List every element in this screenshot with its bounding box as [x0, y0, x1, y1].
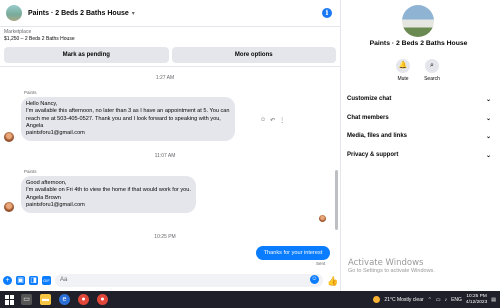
messenger-window: Paints · 2 Beds 2 Baths House ▾ i Market… — [0, 0, 500, 291]
chat-avatar[interactable] — [6, 5, 22, 21]
message-input[interactable]: Aa — [55, 274, 323, 287]
listing-source: Marketplace — [4, 29, 32, 35]
conversation-name: Paints · 2 Beds 2 Baths House — [369, 40, 468, 47]
clock-date: 4/12/2023 — [465, 299, 488, 305]
activate-windows-subtitle: Go to Settings to activate Windows. — [348, 268, 435, 274]
mute-action[interactable]: 🔔 Mute — [393, 59, 413, 82]
image-icon[interactable]: ▣ — [16, 276, 25, 285]
listing-actions: Mark as pending More options — [4, 47, 336, 63]
info-icon[interactable]: i — [322, 8, 332, 18]
section-label: Privacy & support — [347, 152, 399, 158]
message-actions: ☺ ↶ ⋮ — [260, 117, 285, 124]
activate-windows-title: Activate Windows — [348, 258, 424, 268]
weather-text[interactable]: 21°C Mostly clear — [384, 297, 423, 303]
message-timestamp: 11:07 AM — [154, 153, 176, 159]
message-sender: Paints — [24, 169, 37, 174]
message-line: Angela Brown — [26, 194, 61, 201]
message-line: I'm available on Fri 4th to view the hom… — [26, 187, 191, 194]
chevron-down-icon: ⌄ — [485, 153, 491, 159]
windows-start-icon[interactable] — [5, 294, 15, 305]
sender-avatar[interactable] — [4, 132, 14, 142]
outgoing-message-bubble[interactable]: Thanks for your interest — [256, 246, 330, 260]
composer: + ▣ ◨ GIF Aa 👍 — [0, 270, 340, 291]
edge-icon[interactable]: e — [59, 294, 70, 305]
message-line: reach me at 503-405-0527. Thank you and … — [26, 115, 221, 122]
sender-avatar[interactable] — [4, 202, 14, 212]
section-label: Chat members — [347, 115, 389, 121]
clock[interactable]: 10:25 PM 4/12/2023 — [466, 294, 487, 306]
search-action[interactable]: ⌕ Search — [422, 59, 442, 82]
conversation-info-pane: Paints · 2 Beds 2 Baths House 🔔 Mute ⌕ S… — [340, 0, 500, 291]
search-icon[interactable]: ⌕ — [425, 59, 439, 73]
message-timestamp: 1:27 AM — [155, 75, 175, 81]
scroll-thumb[interactable] — [335, 170, 338, 230]
task-view-icon[interactable]: ▭ — [21, 294, 32, 305]
language-indicator[interactable]: ENG — [451, 297, 462, 303]
message-status: Sent — [316, 261, 326, 266]
file-explorer-icon[interactable]: ▬ — [40, 294, 51, 305]
section-label: Customize chat — [347, 96, 392, 102]
section-chat-members[interactable]: Chat members ⌄ — [347, 115, 491, 122]
chevron-down-icon: ⌄ — [485, 116, 491, 122]
network-icon[interactable]: ▭ — [436, 297, 441, 303]
thumbs-up-icon[interactable]: 👍 — [327, 276, 338, 286]
listing-title[interactable]: $1,250 – 2 Beds 2 Baths House — [4, 36, 336, 43]
chevron-down-icon[interactable]: ▾ — [132, 10, 135, 17]
sticker-icon[interactable]: ◨ — [29, 276, 38, 285]
chat-title[interactable]: Paints · 2 Beds 2 Baths House — [28, 10, 129, 17]
volume-icon[interactable]: ♪ — [445, 297, 448, 303]
chat-header: Paints · 2 Beds 2 Baths House ▾ i — [0, 0, 340, 27]
clock-time: 10:25 PM — [466, 293, 487, 299]
message-line: I'm available this afternoon, no later t… — [26, 108, 230, 115]
read-receipt-avatar — [319, 215, 326, 222]
taskbar: ▭ ▬ e ● ● 21°C Mostly clear ⌃ ▭ ♪ ENG 10… — [0, 291, 500, 308]
section-customize-chat[interactable]: Customize chat ⌄ — [347, 96, 491, 103]
conversation-avatar[interactable] — [402, 5, 434, 37]
system-tray: 21°C Mostly clear ⌃ ▭ ♪ ENG 10:25 PM 4/1… — [373, 291, 496, 308]
bell-icon[interactable]: 🔔 — [396, 59, 410, 73]
chevron-down-icon: ⌄ — [485, 134, 491, 140]
message-bubble[interactable]: Hello Nancy, I'm available this afternoo… — [21, 97, 235, 142]
reply-icon[interactable]: ↶ — [270, 117, 275, 124]
divider — [0, 66, 340, 67]
message-line: Good afternoon, — [26, 180, 67, 186]
gif-icon[interactable]: GIF — [42, 276, 51, 285]
chat-pane: Paints · 2 Beds 2 Baths House ▾ i Market… — [0, 0, 340, 291]
chat-scrollbar[interactable] — [335, 70, 338, 258]
weather-icon[interactable] — [373, 296, 381, 303]
plus-icon[interactable]: + — [3, 276, 12, 285]
more-options-button[interactable]: More options — [171, 47, 336, 63]
react-icon[interactable]: ☺ — [260, 117, 266, 124]
more-icon[interactable]: ⋮ — [279, 117, 285, 124]
emoji-icon[interactable]: ☺ — [310, 275, 319, 284]
chrome-icon[interactable]: ● — [97, 294, 108, 305]
section-label: Media, files and links — [347, 133, 408, 139]
message-timestamp: 10:25 PM — [154, 234, 176, 240]
section-privacy-support[interactable]: Privacy & support ⌄ — [347, 152, 491, 159]
message-line: Angela — [26, 122, 44, 129]
mark-as-pending-button[interactable]: Mark as pending — [4, 47, 169, 63]
message-bubble[interactable]: Good afternoon, I'm available on Fri 4th… — [21, 176, 196, 214]
message-line: paintsforu1@gmail.com — [26, 201, 85, 208]
search-label: Search — [424, 76, 440, 82]
chevron-down-icon: ⌄ — [485, 97, 491, 103]
section-media-files-links[interactable]: Media, files and links ⌄ — [347, 133, 491, 140]
chevron-up-icon[interactable]: ⌃ — [428, 297, 432, 303]
message-sender: Paints — [24, 90, 37, 95]
mute-label: Mute — [397, 76, 409, 82]
message-line: paintsforu1@gmail.com — [26, 130, 85, 137]
message-line: Hello Nancy, — [26, 101, 58, 107]
notification-icon[interactable]: ▤ — [491, 297, 496, 303]
chrome-icon[interactable]: ● — [78, 294, 89, 305]
